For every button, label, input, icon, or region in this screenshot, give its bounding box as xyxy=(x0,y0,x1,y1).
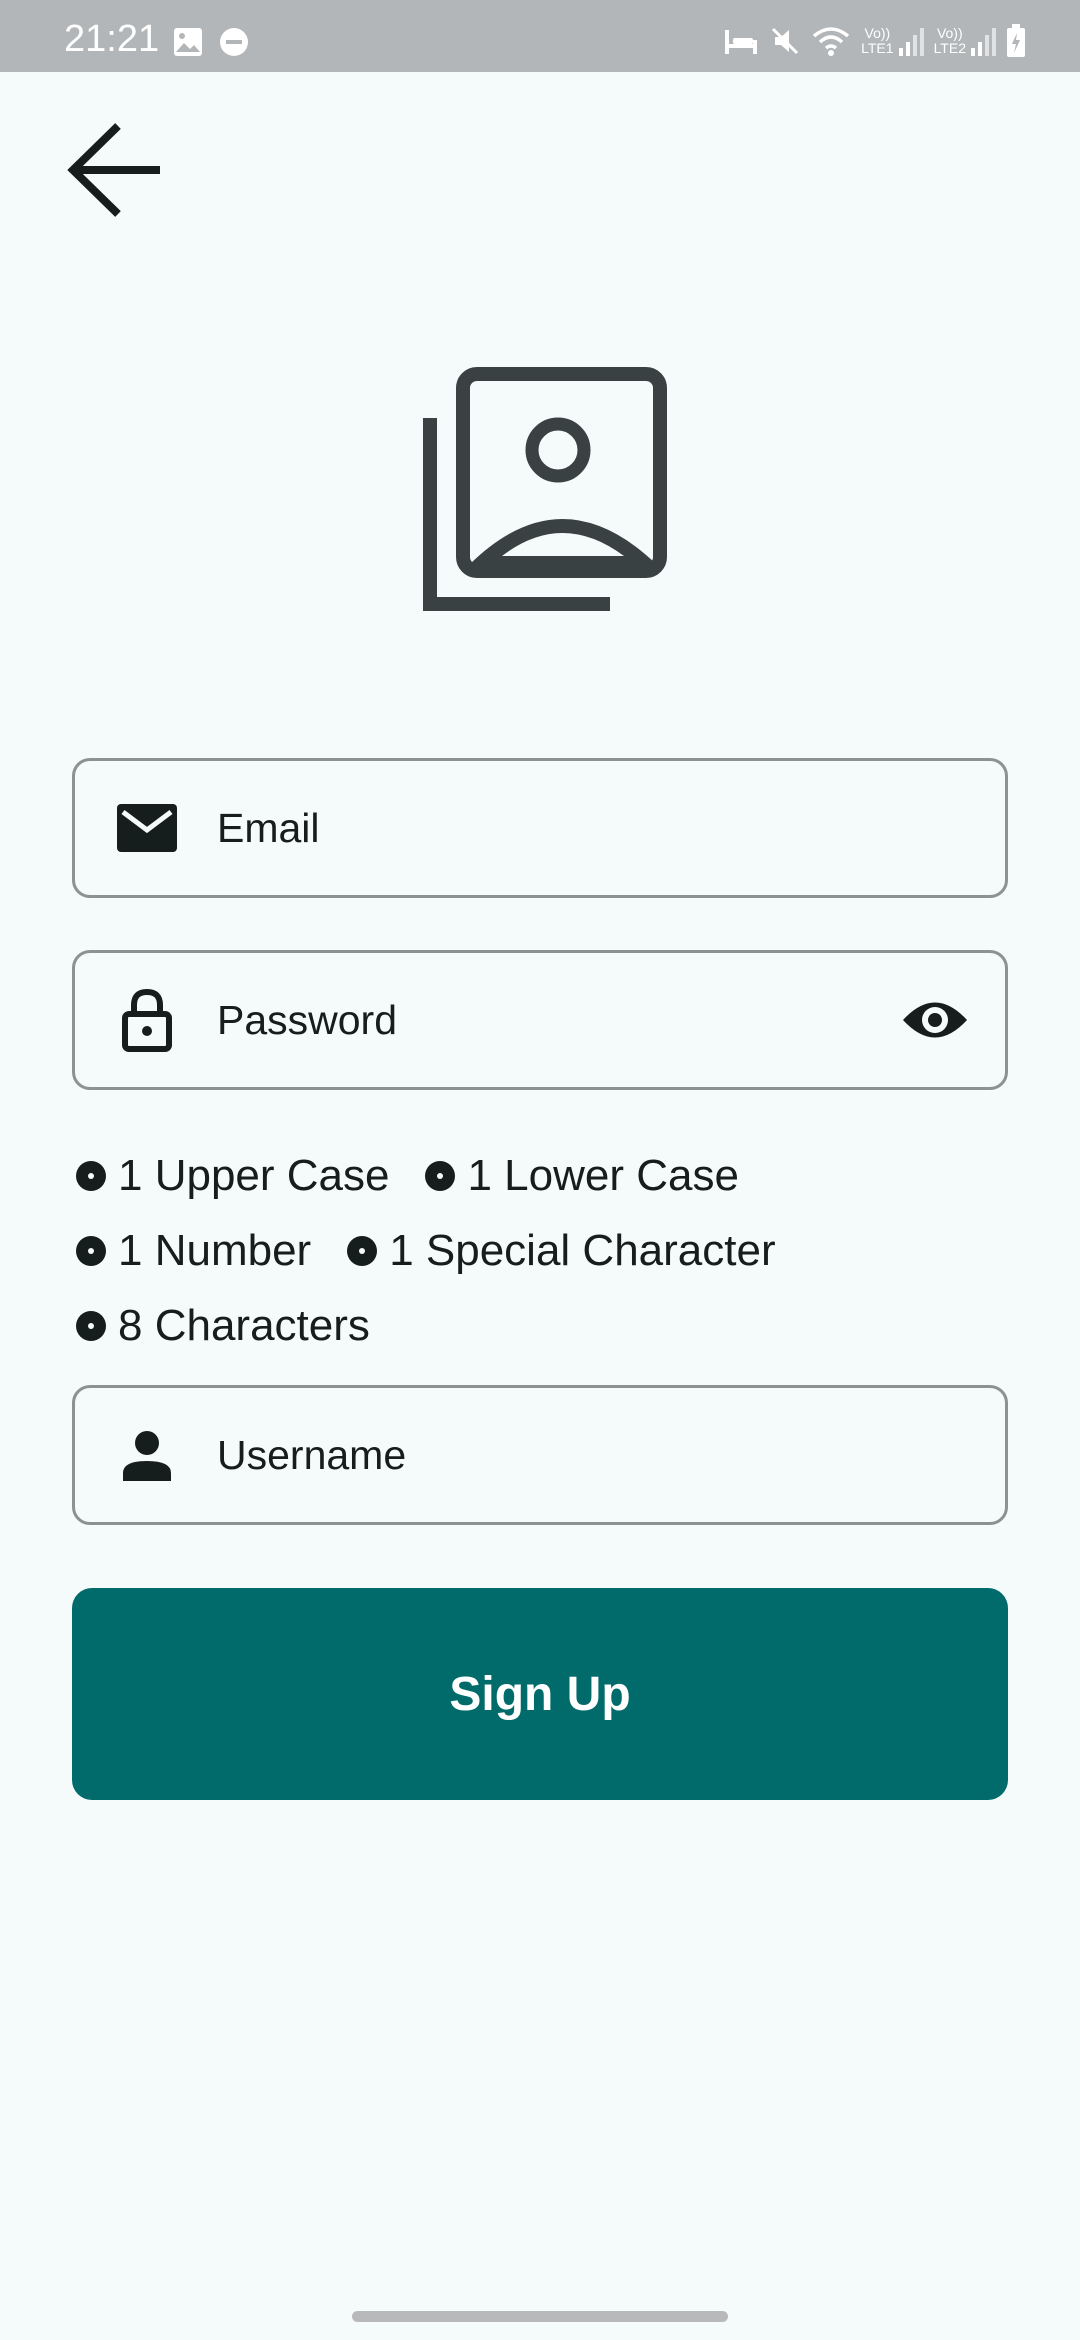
lte1-label: LTE1 xyxy=(861,40,894,56)
rule-item: 1 Special Character xyxy=(347,1225,776,1276)
rule-item: 8 Characters xyxy=(76,1301,370,1351)
username-field[interactable]: Username xyxy=(72,1385,1008,1525)
image-icon xyxy=(174,28,202,56)
rule-row: 1 Upper Case 1 Lower Case xyxy=(76,1138,1006,1213)
status-right-icons: Vo)) LTE1 Vo)) LTE2 xyxy=(723,24,1026,58)
wifi-icon xyxy=(813,27,850,56)
status-time: 21:21 xyxy=(64,18,160,60)
rule-item: 1 Upper Case xyxy=(76,1151,389,1201)
volte-label-1: Vo)) xyxy=(864,25,891,41)
password-placeholder: Password xyxy=(217,996,398,1043)
username-placeholder: Username xyxy=(217,1431,407,1478)
person-icon xyxy=(111,1419,183,1491)
bed-icon xyxy=(725,30,758,54)
email-icon xyxy=(111,792,183,864)
rule-status-icon xyxy=(76,1235,106,1266)
rule-status-icon xyxy=(76,1310,106,1341)
do-not-disturb-icon xyxy=(220,28,248,56)
rule-label: 1 Upper Case xyxy=(118,1150,390,1200)
status-left-icons xyxy=(172,26,250,58)
password-rules: 1 Upper Case 1 Lower Case 1 Number 1 Spe… xyxy=(76,1138,1006,1363)
arrow-back-icon xyxy=(67,123,160,217)
signal-lte2-icon: Vo)) LTE2 xyxy=(934,26,996,56)
lte2-label: LTE2 xyxy=(933,40,966,56)
rule-status-icon xyxy=(76,1160,106,1191)
lock-icon xyxy=(111,984,183,1056)
rule-label: 1 Number xyxy=(118,1225,312,1275)
rule-label: 1 Lower Case xyxy=(467,1150,739,1200)
signal-lte1-icon: Vo)) LTE1 xyxy=(861,25,924,56)
back-button[interactable] xyxy=(64,118,168,222)
mute-icon xyxy=(772,27,799,55)
profile-photo-picker[interactable] xyxy=(412,360,668,616)
rule-item: 1 Number xyxy=(76,1226,311,1276)
email-field[interactable]: Email xyxy=(72,758,1008,898)
rule-label: 8 Characters xyxy=(118,1300,370,1350)
rule-row: 8 Characters xyxy=(76,1288,1006,1363)
visibility-toggle[interactable] xyxy=(895,980,975,1060)
sign-up-button[interactable]: Sign Up xyxy=(72,1588,1008,1800)
eye-icon xyxy=(903,1002,967,1038)
rule-status-icon xyxy=(347,1235,378,1266)
battery-icon xyxy=(1007,24,1025,57)
home-indicator[interactable] xyxy=(352,2311,728,2322)
rule-item: 1 Lower Case xyxy=(425,1150,739,1201)
email-placeholder: Email xyxy=(217,804,320,851)
status-bar: 21:21 Vo)) LTE1 Vo)) LTE2 xyxy=(0,0,1080,72)
rule-status-icon xyxy=(425,1160,456,1191)
password-field[interactable]: Password xyxy=(72,950,1008,1090)
rule-row: 1 Number 1 Special Character xyxy=(76,1213,1006,1288)
volte-label-2: Vo)) xyxy=(936,25,963,41)
photo-library-icon xyxy=(423,367,667,611)
rule-label: 1 Special Character xyxy=(389,1225,776,1275)
